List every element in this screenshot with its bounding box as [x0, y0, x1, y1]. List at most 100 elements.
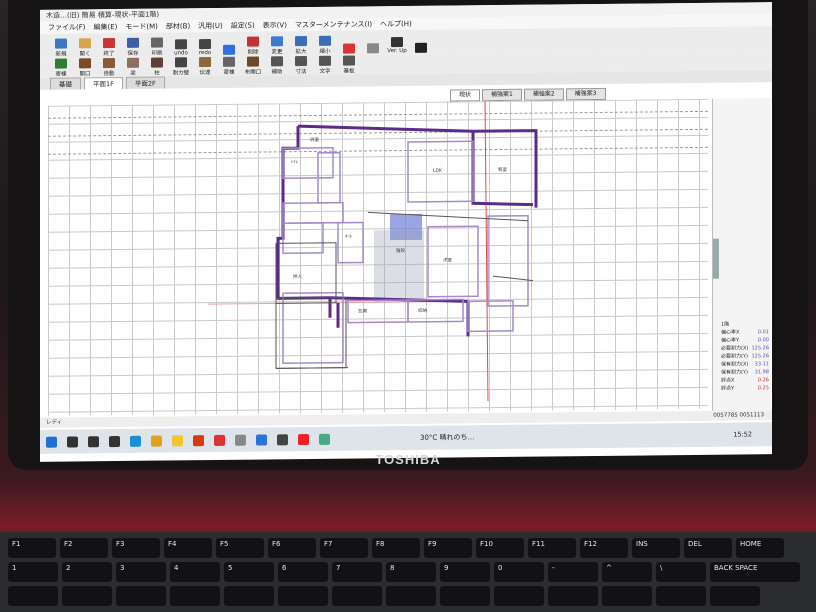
key[interactable]: HOME [736, 538, 784, 558]
key[interactable]: F1 [8, 538, 56, 558]
file-explorer-icon[interactable] [172, 434, 183, 446]
key[interactable] [224, 586, 274, 606]
component-button[interactable]: 補助 [266, 55, 288, 75]
component-button[interactable]: 自動 [98, 57, 120, 77]
menu-edit[interactable]: 編集(E) [94, 21, 118, 33]
toolbar-button[interactable]: undo [170, 32, 192, 56]
key[interactable]: \ [656, 562, 706, 582]
key[interactable]: 1 [8, 562, 58, 582]
component-button[interactable]: 開口 [74, 57, 96, 77]
component-button[interactable]: 寸法 [290, 55, 312, 75]
weather-widget[interactable]: 30°C 晴れのち… [420, 432, 475, 443]
key[interactable]: F5 [216, 538, 264, 558]
key[interactable]: F2 [60, 538, 108, 558]
key[interactable]: 5 [224, 562, 274, 582]
menu-master-maintenance[interactable]: マスターメンテナンス(I) [295, 18, 372, 31]
menu-general[interactable]: 汎用(U) [198, 20, 223, 32]
key[interactable]: F10 [476, 538, 524, 558]
toolbar-button[interactable]: 縮小 [314, 31, 336, 55]
key[interactable]: 4 [170, 562, 220, 582]
component-button[interactable]: 基板 [338, 54, 360, 75]
toolbar-button[interactable]: 新規 [50, 33, 72, 58]
key[interactable]: 2 [62, 562, 112, 582]
key[interactable] [62, 586, 112, 606]
key[interactable] [386, 586, 436, 606]
tab-floor[interactable]: 基礎 [50, 77, 81, 90]
toolbar-button[interactable]: 変更 [266, 31, 288, 55]
component-button[interactable]: 柱 [146, 56, 168, 77]
menu-file[interactable]: ファイル(F) [48, 21, 86, 33]
edge-icon[interactable] [130, 435, 141, 447]
key[interactable]: F11 [528, 538, 576, 558]
menu-settings[interactable]: 設定(S) [231, 20, 255, 32]
app-icon[interactable] [235, 434, 246, 446]
toolbar-button[interactable]: redo [194, 32, 216, 56]
chrome-icon[interactable] [151, 435, 162, 447]
component-button[interactable]: 梁 [122, 57, 144, 77]
clock[interactable]: 15:52 [733, 430, 752, 438]
key[interactable] [440, 586, 490, 606]
photos-icon[interactable] [256, 433, 267, 446]
tab-floor[interactable]: 平面2F [125, 76, 165, 89]
toolbar-button[interactable] [338, 30, 360, 54]
search-icon[interactable] [67, 435, 78, 448]
key[interactable]: F3 [112, 538, 160, 558]
key[interactable]: 6 [278, 562, 328, 582]
toolbar-button[interactable] [218, 32, 240, 56]
toolbar-button[interactable]: 削除 [242, 31, 264, 56]
toolbar-button[interactable] [410, 30, 432, 54]
key[interactable]: - [548, 562, 598, 582]
key[interactable]: INS [632, 538, 680, 558]
toolbar-button[interactable]: 終了 [98, 33, 120, 57]
key[interactable]: F9 [424, 538, 472, 558]
key[interactable]: 8 [386, 562, 436, 582]
component-button[interactable]: 寄棟 [218, 56, 240, 76]
key[interactable]: 0 [494, 562, 544, 582]
key[interactable] [278, 586, 328, 606]
component-button[interactable]: 寄棟 [50, 57, 72, 78]
key[interactable]: 9 [440, 562, 490, 582]
key[interactable] [548, 586, 598, 606]
menu-help[interactable]: ヘルプ(H) [380, 18, 412, 30]
scrollbar-thumb[interactable] [713, 238, 719, 279]
toolbar-button[interactable]: 印刷 [146, 32, 168, 57]
key[interactable] [494, 586, 544, 606]
component-button[interactable]: 布開口 [242, 55, 264, 76]
key[interactable]: F12 [580, 538, 628, 558]
key[interactable]: 3 [116, 562, 166, 582]
menu-mode[interactable]: モード(M) [125, 21, 158, 33]
tab-plan[interactable]: 補強案1 [482, 88, 522, 102]
key[interactable] [656, 586, 706, 606]
tab-plan[interactable]: 補強案2 [523, 88, 564, 101]
key[interactable]: F7 [320, 538, 368, 558]
key[interactable] [116, 586, 166, 606]
key[interactable]: 7 [332, 562, 382, 582]
component-button[interactable]: 文字 [314, 55, 336, 75]
key[interactable] [170, 586, 220, 606]
toolbar-button[interactable]: 開く [74, 33, 96, 57]
component-button[interactable]: 耐力壁 [170, 56, 192, 76]
toolbar-button[interactable]: 拡大 [290, 31, 312, 55]
key[interactable] [602, 586, 652, 606]
drawing-canvas[interactable]: 浴室 ﾄｲﾚ LDK 和室 洋室 階段 玄関 押入 収納 ﾎｰﾙ [48, 98, 708, 416]
key[interactable]: F6 [268, 538, 316, 558]
windows-start-icon[interactable] [46, 436, 57, 448]
cortana-icon[interactable] [88, 435, 99, 447]
store-icon[interactable] [277, 433, 288, 445]
key[interactable] [8, 586, 58, 606]
toolbar-button[interactable]: 保存 [122, 33, 144, 57]
media-icon[interactable] [193, 434, 204, 446]
key[interactable]: F8 [372, 538, 420, 558]
component-button[interactable]: 伝達 [194, 56, 216, 76]
opera-icon[interactable] [298, 433, 309, 445]
key[interactable]: ^ [602, 562, 652, 582]
app-icon[interactable] [319, 433, 330, 445]
toolbar-button[interactable] [362, 30, 384, 54]
key[interactable] [332, 586, 382, 606]
key[interactable]: BACK SPACE [710, 562, 800, 582]
tab-plan[interactable]: 現状 [450, 89, 481, 102]
key[interactable]: DEL [684, 538, 732, 558]
menu-view[interactable]: 表示(V) [263, 19, 287, 31]
task-view-icon[interactable] [109, 435, 120, 447]
pin-icon[interactable] [214, 434, 225, 446]
